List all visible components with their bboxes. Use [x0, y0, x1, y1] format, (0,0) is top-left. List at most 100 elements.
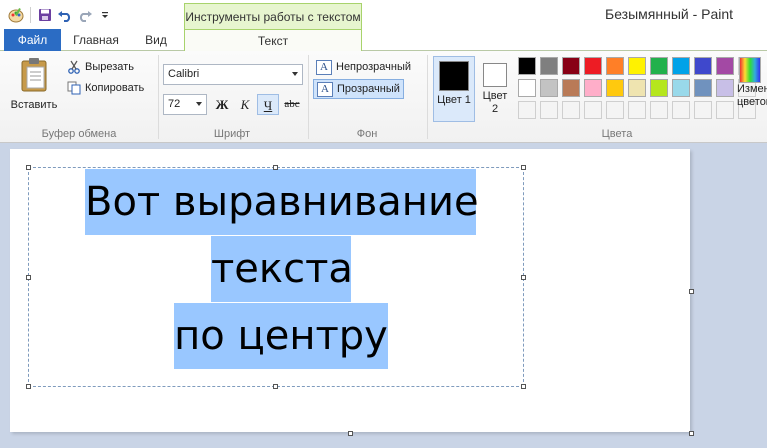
copy-icon: [66, 80, 82, 96]
palette-color-swatch[interactable]: [540, 57, 558, 75]
bold-button[interactable]: Ж: [211, 94, 233, 115]
ribbon-separator: [158, 55, 159, 139]
textbox-handle-w[interactable]: [26, 275, 31, 280]
palette-custom-slot[interactable]: [694, 101, 712, 119]
colors-group-label: Цвета: [601, 128, 633, 140]
tab-text[interactable]: Текст: [184, 29, 362, 52]
background-group-label: Фон: [356, 128, 378, 140]
palette-color-swatch[interactable]: [540, 79, 558, 97]
palette-color-swatch[interactable]: [518, 79, 536, 97]
palette-color-swatch[interactable]: [584, 79, 602, 97]
palette-custom-slot[interactable]: [562, 101, 580, 119]
palette-custom-slot[interactable]: [628, 101, 646, 119]
font-size-select[interactable]: 72: [163, 94, 207, 115]
tab-file[interactable]: Файл: [4, 29, 61, 51]
ribbon: Вставить Вырезать Копировать Буфер обмен…: [0, 51, 767, 143]
opaque-icon: A: [316, 59, 332, 75]
text-line-3: по центру: [174, 303, 388, 369]
palette-color-swatch[interactable]: [562, 79, 580, 97]
save-icon[interactable]: [35, 6, 55, 24]
color-2-label: Цвет 2: [482, 90, 508, 115]
edit-colors-button[interactable]: Изменение цветов: [737, 55, 767, 127]
palette-color-swatch[interactable]: [672, 79, 690, 97]
textbox-handle-ne[interactable]: [521, 165, 526, 170]
edit-colors-label: Изменение цветов: [737, 83, 767, 108]
window-title: Безымянный - Paint: [605, 6, 734, 22]
clipboard-icon: [19, 57, 49, 96]
undo-icon[interactable]: [55, 6, 75, 24]
color-2-button[interactable]: Цвет 2: [479, 56, 511, 122]
color-wheel-icon: [739, 57, 761, 83]
redo-icon[interactable]: [75, 6, 95, 24]
palette-custom-slot[interactable]: [540, 101, 558, 119]
font-family-value: Calibri: [168, 68, 200, 80]
palette-color-swatch[interactable]: [650, 57, 668, 75]
cut-button[interactable]: Вырезать: [66, 58, 134, 76]
palette-custom-slot[interactable]: [606, 101, 624, 119]
palette-color-swatch[interactable]: [628, 57, 646, 75]
textbox-handle-nw[interactable]: [26, 165, 31, 170]
color-palette: [518, 57, 758, 121]
canvas-resize-handle-right[interactable]: [689, 289, 694, 294]
palette-color-swatch[interactable]: [694, 57, 712, 75]
clipboard-group-label: Буфер обмена: [41, 128, 117, 140]
tab-home[interactable]: Главная: [65, 29, 127, 51]
color-1-label: Цвет 1: [437, 94, 471, 106]
ribbon-tabs: Файл Главная Вид Текст: [0, 29, 767, 52]
palette-color-swatch[interactable]: [584, 57, 602, 75]
opaque-label: Непрозрачный: [336, 61, 412, 73]
scissors-icon: [66, 59, 82, 75]
canvas-resize-handle-bottom[interactable]: [348, 431, 353, 436]
textbox-handle-se[interactable]: [521, 384, 526, 389]
palette-color-swatch[interactable]: [562, 57, 580, 75]
font-family-select[interactable]: Calibri: [163, 64, 303, 85]
paint-app-icon[interactable]: [6, 6, 26, 24]
palette-custom-slot[interactable]: [584, 101, 602, 119]
textbox-handle-sw[interactable]: [26, 384, 31, 389]
palette-color-swatch[interactable]: [628, 79, 646, 97]
text-line-1: Вот выравнивание: [85, 169, 479, 235]
paste-label: Вставить: [10, 99, 58, 111]
palette-color-swatch[interactable]: [716, 79, 734, 97]
copy-button[interactable]: Копировать: [66, 79, 144, 97]
transparent-label: Прозрачный: [337, 83, 400, 95]
palette-custom-slot[interactable]: [716, 101, 734, 119]
opaque-button[interactable]: A Непрозрачный: [313, 57, 414, 77]
palette-color-swatch[interactable]: [694, 79, 712, 97]
paste-button[interactable]: Вставить: [8, 55, 60, 117]
text-line-2: текста: [211, 236, 353, 302]
ribbon-separator: [427, 55, 428, 139]
cut-label: Вырезать: [85, 61, 134, 73]
quick-access-toolbar: [6, 6, 115, 24]
palette-custom-slot[interactable]: [672, 101, 690, 119]
chevron-down-icon: [292, 72, 298, 76]
customize-icon[interactable]: [95, 6, 115, 24]
palette-color-swatch[interactable]: [716, 57, 734, 75]
transparent-icon: A: [317, 81, 333, 97]
textbox-handle-n[interactable]: [273, 165, 278, 170]
copy-label: Копировать: [85, 82, 145, 94]
tab-view[interactable]: Вид: [131, 29, 181, 51]
title-bar: Инструменты работы с текстом Безымянный …: [0, 0, 767, 29]
palette-color-swatch[interactable]: [518, 57, 536, 75]
font-size-value: 72: [168, 98, 181, 110]
textbox-handle-e[interactable]: [521, 275, 526, 280]
palette-color-swatch[interactable]: [672, 57, 690, 75]
palette-custom-slot[interactable]: [650, 101, 668, 119]
font-group-label: Шрифт: [213, 128, 251, 140]
transparent-button[interactable]: A Прозрачный: [313, 79, 404, 99]
text-tools-context-group: Инструменты работы с текстом: [184, 3, 362, 29]
palette-custom-slot[interactable]: [518, 101, 536, 119]
color-1-button[interactable]: Цвет 1: [433, 56, 475, 122]
color-1-swatch: [439, 61, 469, 91]
ribbon-separator: [308, 55, 309, 139]
palette-color-swatch[interactable]: [606, 57, 624, 75]
italic-button[interactable]: К: [234, 94, 256, 115]
palette-color-swatch[interactable]: [606, 79, 624, 97]
textbox-handle-s[interactable]: [273, 384, 278, 389]
underline-button[interactable]: Ч: [257, 94, 279, 115]
strikethrough-button[interactable]: abc: [281, 94, 303, 115]
palette-color-swatch[interactable]: [650, 79, 668, 97]
qat-separator: [30, 7, 31, 23]
canvas-resize-handle-corner[interactable]: [689, 431, 694, 436]
